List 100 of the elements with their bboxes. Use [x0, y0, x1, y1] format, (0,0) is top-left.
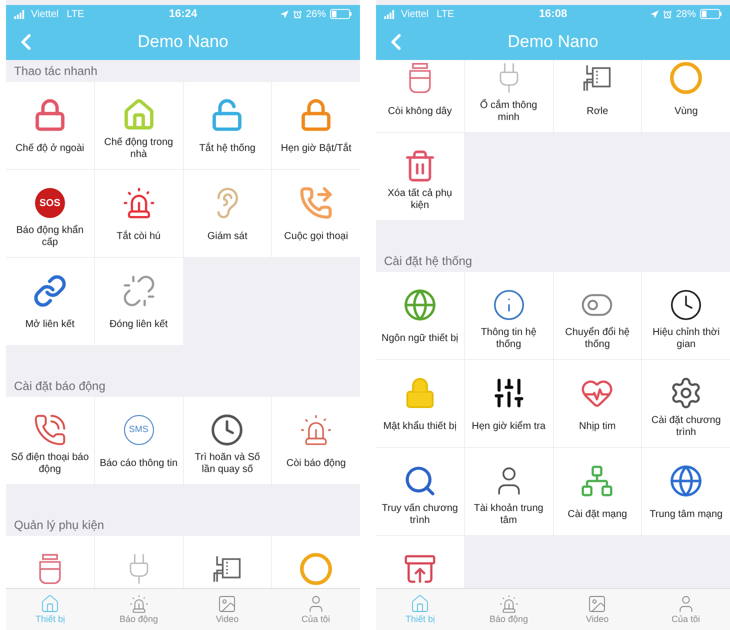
- house-icon: [122, 98, 156, 132]
- image-icon: [217, 594, 238, 614]
- grid-tile[interactable]: Tắt còi hú: [94, 170, 182, 257]
- tile-label: Giám sát: [207, 231, 248, 243]
- tile-label: Tắt hệ thống: [199, 143, 256, 155]
- grid-tile[interactable]: Cài đặt chương trình: [642, 360, 730, 447]
- network-icon: [580, 464, 614, 498]
- grid-tile[interactable]: Ngôn ngữ thiết bị: [376, 272, 464, 359]
- section-header: Quản lý phụ kiện: [14, 517, 104, 534]
- sms-icon: SMS: [124, 415, 154, 445]
- tile-label: Số điện thoại báo động: [10, 452, 90, 476]
- tile-label: Mật khẩu thiết bị: [383, 421, 457, 433]
- tile-label: Báo động khẩn cấp: [15, 225, 85, 249]
- ring-icon: [299, 552, 334, 586]
- tile-label: Trung tâm mạng: [650, 509, 723, 521]
- grid-tile[interactable]: Cài đặt mạng: [554, 448, 642, 535]
- grid-tile[interactable]: Nhịp tim: [554, 360, 642, 447]
- battery-icon: [330, 9, 352, 19]
- grid-tile[interactable]: Số điện thoại báo động: [6, 397, 94, 484]
- location-icon: [650, 10, 659, 18]
- siren-icon: [128, 594, 149, 614]
- tile-label: Đóng liên kết: [109, 319, 168, 331]
- tile-label: Chế động trong nhà: [103, 137, 174, 161]
- tile-label: Báo cáo thông tin: [100, 458, 178, 470]
- grid-tile[interactable]: Chuyển đổi hệ thống: [554, 272, 642, 359]
- network-type: LTE: [66, 8, 84, 22]
- grid-tile[interactable]: Còi không dây: [376, 60, 464, 132]
- tile-label: Ngôn ngữ thiết bị: [382, 333, 458, 345]
- signal-icon: [384, 10, 397, 18]
- grid-tile[interactable]: Trì hoãn và Số lần quay số: [184, 397, 272, 484]
- clock-time: 16:08: [538, 6, 568, 22]
- signal-icon: [14, 10, 27, 18]
- grid-tile[interactable]: SOS Báo động khẩn cấp: [6, 170, 94, 257]
- grid-tile[interactable]: Xóa tất cả phụ kiện: [376, 133, 464, 220]
- house-icon: [410, 594, 430, 614]
- header-title: Demo Nano: [506, 30, 600, 53]
- ring-icon: [669, 61, 704, 95]
- carrier-name: Viettel: [401, 8, 429, 22]
- tile-label: Còi báo động: [286, 458, 346, 470]
- grid-tile[interactable]: SMS Báo cáo thông tin: [94, 397, 182, 484]
- grid-tile[interactable]: Hẹn giờ kiểm tra: [464, 360, 552, 447]
- grid-tile[interactable]: Tắt hệ thống: [184, 82, 272, 169]
- tile-label: Xóa tất cả phụ kiện: [386, 188, 454, 212]
- battery-icon: [700, 9, 722, 19]
- tile-label: Tài khoản trung tâm: [472, 503, 544, 527]
- phone-icon: [299, 186, 334, 220]
- section-header: Thao tác nhanh: [14, 63, 98, 80]
- alarm-icon: [293, 10, 302, 18]
- grid-tile[interactable]: Trung tâm mạng: [642, 448, 730, 535]
- globe-icon: [402, 288, 437, 322]
- alarm-icon: [663, 10, 672, 18]
- tile-label: Ổ cắm thông minh: [478, 100, 538, 124]
- tile-label: Trì hoãn và Số lần quay số: [194, 452, 261, 476]
- tile-label: Cài đặt mạng: [568, 509, 628, 521]
- tile-label: Mở liên kết: [25, 319, 75, 331]
- search-icon: [402, 464, 437, 498]
- grid-tile[interactable]: Mật khẩu thiết bị: [376, 360, 464, 447]
- siren-icon: [122, 186, 156, 220]
- grid-tile[interactable]: Còi báo động: [272, 397, 360, 484]
- grid-tile[interactable]: Tài khoản trung tâm: [464, 448, 552, 535]
- tile-label: Nhịp tim: [579, 421, 616, 433]
- tile-label: Chế độ ở ngoài: [15, 143, 84, 155]
- tile-label: Hẹn giờ Bật/Tắt: [280, 143, 352, 155]
- grid-tile[interactable]: Đóng liên kết: [94, 258, 182, 345]
- open-padlock-icon: [210, 98, 244, 132]
- sos-icon: SOS: [34, 188, 65, 218]
- grid-tile[interactable]: Mở liên kết: [6, 258, 94, 345]
- grid-tile[interactable]: Ổ cắm thông minh: [464, 60, 552, 132]
- globe-icon: [669, 464, 704, 498]
- battery-percent: 26%: [306, 8, 326, 22]
- phone-icon: [32, 413, 67, 447]
- network-type: LTE: [436, 8, 454, 22]
- grid-tile[interactable]: Thông tin hệ thống: [464, 272, 552, 359]
- tile-label: Truy vấn chương trình: [380, 503, 459, 527]
- grid-tile[interactable]: Cuộc gọi thoại: [272, 170, 360, 257]
- sliders-icon: [492, 376, 526, 410]
- tile-label: Cuộc gọi thoại: [284, 231, 348, 243]
- grid-tile[interactable]: Truy vấn chương trình: [376, 448, 464, 535]
- grid-tile[interactable]: Chế động trong nhà: [94, 82, 182, 169]
- tile-label: Hiệu chỉnh thời gian: [652, 327, 721, 351]
- image-icon: [587, 594, 608, 614]
- tile-label: Thông tin hệ thống: [480, 327, 538, 351]
- grid-tile[interactable]: Chế độ ở ngoài: [6, 82, 94, 169]
- clock-icon: [669, 288, 704, 322]
- link-icon: [32, 274, 67, 308]
- clock-time: 16:24: [168, 6, 198, 22]
- tile-label: Rơle: [586, 106, 608, 118]
- grid-tile[interactable]: Giám sát: [184, 170, 272, 257]
- broken-link-icon: [122, 274, 156, 308]
- header-title: Demo Nano: [136, 30, 230, 53]
- padlock-icon: [299, 98, 334, 132]
- house-icon: [40, 594, 60, 614]
- grid-tile[interactable]: Vùng: [642, 60, 730, 132]
- grid-tile[interactable]: Rơle: [554, 60, 642, 132]
- tile-label: Cài đặt chương trình: [650, 415, 722, 439]
- siren-icon: [498, 594, 519, 614]
- tile-label: Chuyển đổi hệ thống: [564, 327, 631, 351]
- grid-tile[interactable]: Hiệu chỉnh thời gian: [642, 272, 730, 359]
- grid-tile[interactable]: Hẹn giờ Bật/Tắt: [272, 82, 360, 169]
- battery-percent: 28%: [676, 8, 696, 22]
